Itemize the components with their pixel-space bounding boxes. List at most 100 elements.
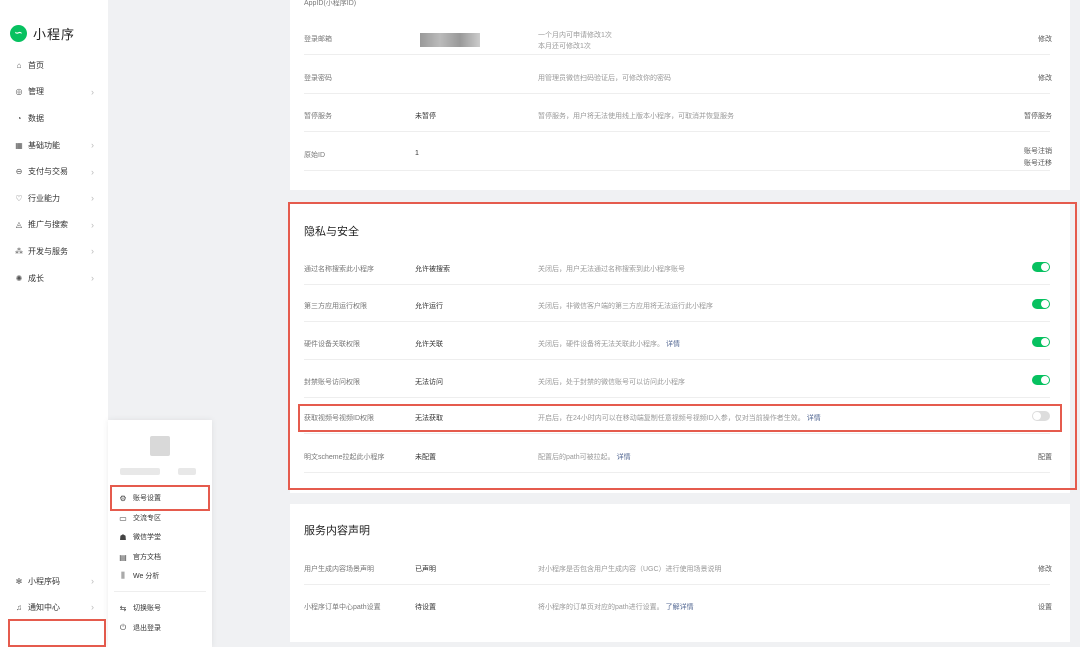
popup-item-1[interactable]: ▭ 交流专区: [118, 509, 161, 527]
basic-info-card: AppID(小程序ID) 登录邮箱 一个月内可申请修改1次 本月还可修改1次 修改 登录…: [290, 0, 1070, 190]
brand-name: 小程序: [33, 27, 76, 42]
sidebar: ∽ 小程序 ⌂ 首页 ◎ 管理 › ◔ 数据 ▦ 基础功能 › ⊖ 支付与交易 › ♡ 行业能力 › ◬ 推广与搜…: [0, 0, 108, 647]
sidebar-item-7[interactable]: ⁂ 开发与服务 ›: [0, 238, 108, 265]
chevron-right-icon: ›: [91, 219, 94, 230]
chat-icon: ▭: [119, 513, 127, 523]
row-divider: [304, 584, 1050, 585]
basic-function-icon: ▦: [15, 140, 23, 150]
sidebar-item-label: 首页: [28, 60, 44, 70]
sidebar-item-label: 数据: [28, 113, 44, 123]
account-type-blurred: [178, 468, 196, 475]
row-divider: [304, 54, 1050, 55]
sidebar-footer-item-0[interactable]: ✻ 小程序码 ›: [0, 568, 108, 594]
doc-icon: ▤: [119, 552, 127, 562]
account-highlight-box[interactable]: [8, 619, 106, 647]
popup-item-2[interactable]: ☗ 微信学堂: [118, 528, 161, 546]
learn-more-link[interactable]: 了解详情: [666, 604, 694, 611]
sidebar-footer-label: 通知中心: [28, 602, 60, 612]
row-key: 用户生成内容场景声明: [304, 566, 374, 573]
popup-item-label: 微信学堂: [133, 534, 161, 541]
popup-item-label: 切换账号: [133, 605, 161, 612]
row-key: 小程序订单中心path设置: [304, 604, 381, 611]
chevron-right-icon: ›: [91, 246, 94, 257]
privacy-highlight-box: [288, 202, 1077, 490]
sidebar-item-8[interactable]: ✺ 成长 ›: [0, 265, 108, 292]
analysis-icon: ⫼: [121, 571, 125, 580]
popup-item-label: 官方文档: [133, 554, 161, 561]
chevron-right-icon: ›: [91, 193, 94, 204]
popup-item-3[interactable]: ▤ 官方文档: [118, 548, 161, 566]
popup-item-6[interactable]: ⏻ 退出登录: [118, 619, 161, 637]
row-value: 已声明: [415, 566, 436, 573]
row-action-link[interactable]: 暂停服务: [1024, 111, 1052, 123]
row-action-link[interactable]: 账号注销 账号迁移: [1024, 146, 1052, 170]
row-value: 待设置: [415, 604, 436, 611]
popup-item-4[interactable]: ⫼ We 分析: [118, 567, 159, 585]
video-id-row-highlight: [298, 404, 1062, 432]
sidebar-item-1[interactable]: ◎ 管理 ›: [0, 79, 108, 106]
row-desc: 一个月内可申请修改1次 本月还可修改1次: [538, 32, 612, 50]
sidebar-item-2[interactable]: ◔ 数据: [0, 105, 108, 132]
service-card: 服务内容声明 用户生成内容场景声明 已声明 对小程序是否包含用户生成内容（UGC…: [290, 504, 1070, 642]
sidebar-item-label: 支付与交易: [28, 167, 68, 177]
account-name-blurred: [120, 468, 160, 475]
sidebar-item-label: 基础功能: [28, 140, 60, 150]
sidebar-footer: ✻ 小程序码 › ♫ 通知中心 ›: [0, 568, 108, 620]
logout-icon: ⏻: [119, 623, 127, 632]
miniprogram-logo-icon: ∽: [10, 25, 27, 42]
sidebar-item-label: 行业能力: [28, 193, 60, 203]
row-key: 登录密码: [304, 75, 332, 82]
service-title: 服务内容声明: [304, 525, 370, 537]
sidebar-item-6[interactable]: ◬ 推广与搜索 ›: [0, 212, 108, 239]
chevron-right-icon: ›: [91, 140, 94, 151]
row-desc: 将小程序的订单页对应的path进行设置。 了解详情: [538, 604, 694, 611]
data-icon: ◔: [16, 113, 22, 123]
brand[interactable]: ∽ 小程序: [10, 24, 75, 43]
industry-icon: ♡: [15, 193, 23, 203]
email-blurred: [420, 33, 480, 47]
row-desc: 暂停服务，用户将无法使用线上版本小程序，可取消并恢复服务: [538, 113, 734, 120]
sidebar-item-4[interactable]: ⊖ 支付与交易 ›: [0, 158, 108, 185]
bell-icon: ♫: [16, 602, 22, 612]
row-divider: [304, 93, 1050, 94]
growth-icon: ✺: [15, 273, 23, 283]
miniprogram-code-icon: ✻: [15, 576, 23, 586]
row-action-link[interactable]: 修改: [1038, 34, 1052, 46]
sidebar-item-5[interactable]: ♡ 行业能力 ›: [0, 185, 108, 212]
chevron-right-icon: ›: [91, 166, 94, 177]
sidebar-item-label: 推广与搜索: [28, 220, 68, 230]
popup-divider: [114, 591, 206, 592]
sidebar-item-3[interactable]: ▦ 基础功能 ›: [0, 132, 108, 159]
row-desc: 用管理员微信扫码验证后，可修改你的密码: [538, 75, 671, 82]
sidebar-nav: ⌂ 首页 ◎ 管理 › ◔ 数据 ▦ 基础功能 › ⊖ 支付与交易 › ♡ 行业能力 › ◬ 推广与搜索 › ⁂ 开发与…: [0, 52, 108, 291]
chevron-right-icon: ›: [91, 273, 94, 284]
row-value: 1: [415, 150, 419, 157]
sidebar-item-0[interactable]: ⌂ 首页: [0, 52, 108, 79]
account-settings-highlight: [110, 485, 210, 511]
row-key: 暂停服务: [304, 113, 332, 120]
sidebar-item-label: 管理: [28, 87, 44, 97]
sidebar-footer-item-1[interactable]: ♫ 通知中心 ›: [0, 594, 108, 620]
chevron-right-icon: ›: [91, 602, 94, 612]
row-key: AppID(小程序ID): [304, 0, 357, 7]
switch-icon: ⇆: [119, 603, 127, 613]
row-divider: [304, 170, 1050, 171]
account-popup: ⚙ 账号设置 ▭ 交流专区 ☗ 微信学堂 ▤ 官方文档 ⫼ We 分析 ⇆ 切换账号 ⏻ 退出登录: [108, 420, 212, 647]
row-action-link[interactable]: 修改: [1038, 73, 1052, 85]
row-divider: [304, 131, 1050, 132]
sidebar-footer-label: 小程序码: [28, 576, 60, 586]
row-key: 登录邮箱: [304, 36, 332, 43]
popup-item-label: We 分析: [133, 573, 160, 580]
row-action-link[interactable]: 修改: [1038, 564, 1052, 574]
payment-icon: ⊖: [15, 167, 23, 177]
popup-item-5[interactable]: ⇆ 切换账号: [118, 599, 161, 617]
chevron-right-icon: ›: [91, 86, 94, 97]
home-icon: ⌂: [16, 60, 22, 70]
manage-icon: ◎: [15, 87, 23, 97]
row-desc: 对小程序是否包含用户生成内容（UGC）进行使用场景说明: [538, 566, 722, 573]
chevron-right-icon: ›: [91, 576, 94, 586]
promotion-icon: ◬: [15, 220, 23, 230]
row-action-link[interactable]: 设置: [1038, 602, 1052, 612]
avatar: [150, 436, 170, 456]
popup-item-label: 交流专区: [133, 515, 161, 522]
